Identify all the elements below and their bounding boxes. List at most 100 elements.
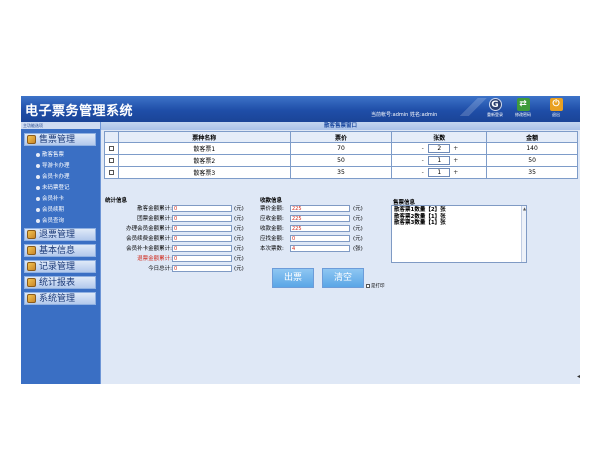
menu-sales[interactable]: 售票管理 xyxy=(24,133,96,146)
table-header-row: 票种名称 票价 张数 金额 xyxy=(104,131,578,143)
select-column-header xyxy=(104,131,119,143)
sub-item-reissue-card[interactable]: 会员补卡 xyxy=(36,194,64,202)
ticket-amount: 35 xyxy=(486,166,578,179)
increment-button[interactable]: + xyxy=(453,169,458,176)
quantity-input[interactable]: 1 xyxy=(428,156,451,165)
exit-icon: ⏻ xyxy=(549,98,563,111)
table-row: 散客票3 35 - 1 + 35 xyxy=(104,166,578,179)
payment-field: 本次票数: 4 (张) xyxy=(260,245,363,252)
menu-stats-report[interactable]: 统计报表 xyxy=(24,276,96,289)
quantity-stepper: - 1 + xyxy=(420,156,458,165)
header-bar: 电子票务管理系统 当前帐号:admin 姓名:admin G 重新登录 ⇄ 修改… xyxy=(21,96,580,122)
user-info: 当前帐号:admin 姓名:admin xyxy=(371,112,438,118)
app-window: 电子票务管理系统 当前帐号:admin 姓名:admin G 重新登录 ⇄ 修改… xyxy=(21,96,580,384)
exit-label: 退出 xyxy=(552,112,560,117)
resize-grip-icon: ◂ xyxy=(577,373,581,380)
print-option[interactable]: 是打印 xyxy=(366,283,385,289)
bullet-icon xyxy=(36,207,40,212)
folder-icon xyxy=(27,230,36,239)
sales-submenu: 散客售票 导游卡办理 会员卡办理 未码票登记 会员补卡 会员续期 会员查询 xyxy=(21,147,100,227)
payment-value-input[interactable]: 225 xyxy=(290,205,350,212)
row-checkbox[interactable] xyxy=(108,158,114,163)
relogin-button[interactable]: G 重新登录 xyxy=(483,98,507,122)
statistics-label: 统计信息 xyxy=(105,198,128,204)
payment-field: 票价金额: 225 (元) xyxy=(260,205,363,212)
increment-button[interactable]: + xyxy=(453,157,458,164)
relogin-icon: G xyxy=(488,98,502,111)
stat-value-input[interactable]: 0 xyxy=(172,265,232,272)
folder-icon xyxy=(27,278,36,287)
stat-value-input[interactable]: 0 xyxy=(172,225,232,232)
row-checkbox[interactable] xyxy=(108,146,114,151)
sub-item-member-query[interactable]: 会员查询 xyxy=(36,216,64,224)
decrement-button[interactable]: - xyxy=(420,169,425,176)
qty-cell: - 2 + xyxy=(391,142,488,155)
scroll-up-icon[interactable]: ▲ xyxy=(522,206,527,211)
payment-value-input[interactable]: 4 xyxy=(290,245,350,252)
stat-value-input[interactable]: 0 xyxy=(172,205,232,212)
ticket-table: 票种名称 票价 张数 金额 散客票1 70 - 2 + 140 散客票2 50 … xyxy=(104,131,578,179)
menu-records[interactable]: 记录管理 xyxy=(24,260,96,273)
sub-item-member-renewal[interactable]: 会员续期 xyxy=(36,205,64,213)
quantity-input[interactable]: 2 xyxy=(428,144,451,153)
quantity-input[interactable]: 1 xyxy=(428,168,451,177)
bullet-icon xyxy=(36,185,40,190)
qty-cell: - 1 + xyxy=(391,166,488,179)
sale-info-line: 散客票3数量【1】张 xyxy=(394,220,446,226)
change-password-button[interactable]: ⇄ 修改密码 xyxy=(511,98,535,122)
qty-cell: - 1 + xyxy=(391,154,488,167)
print-checkbox[interactable] xyxy=(366,283,370,288)
payment-value-input[interactable]: 225 xyxy=(290,215,350,222)
ticket-price: 35 xyxy=(289,166,393,179)
sale-info-scrollbar[interactable]: ▲ xyxy=(521,206,526,262)
print-option-label: 是打印 xyxy=(371,284,385,289)
app-title: 电子票务管理系统 xyxy=(25,104,134,119)
stat-value-input[interactable]: 0 xyxy=(172,235,232,242)
quantity-stepper: - 1 + xyxy=(420,168,458,177)
menu-sales-label: 售票管理 xyxy=(39,135,76,145)
stat-field: 办理会员金额累计: 0 (元) xyxy=(126,225,244,232)
payment-label: 收款信息 xyxy=(260,198,283,204)
sidebar-title: 主功能选项 xyxy=(21,122,100,129)
stat-field-refund: 退票金额累计: 0 (元) xyxy=(137,255,244,262)
stat-value-input[interactable]: 0 xyxy=(172,255,232,262)
stat-field: 会员续费金额累计: 0 (元) xyxy=(126,235,244,242)
sub-item-member-card[interactable]: 会员卡办理 xyxy=(36,172,70,180)
decrement-button[interactable]: - xyxy=(420,145,425,152)
row-checkbox[interactable] xyxy=(108,170,114,175)
exit-button[interactable]: ⏻ 退出 xyxy=(544,98,568,122)
change-password-label: 修改密码 xyxy=(515,112,531,117)
decrement-button[interactable]: - xyxy=(420,157,425,164)
stat-field: 散客金额累计: 0 (元) xyxy=(137,205,244,212)
menu-system[interactable]: 系统管理 xyxy=(24,292,96,305)
sub-item-uncoded-ticket[interactable]: 未码票登记 xyxy=(36,183,70,191)
row-checkbox-cell xyxy=(104,154,119,167)
menu-refund-label: 退票管理 xyxy=(39,230,76,240)
sub-item-guide-card[interactable]: 导游卡办理 xyxy=(36,161,70,169)
sub-item-walkin-sale[interactable]: 散客售票 xyxy=(36,150,64,158)
relogin-label: 重新登录 xyxy=(487,112,503,117)
table-row: 散客票2 50 - 1 + 50 xyxy=(104,154,578,167)
stat-value-input[interactable]: 0 xyxy=(172,215,232,222)
menu-basic-info[interactable]: 基本信息 xyxy=(24,244,96,257)
bullet-icon xyxy=(36,152,40,157)
ticket-name: 散客票3 xyxy=(117,166,291,179)
row-checkbox-cell xyxy=(104,142,119,155)
sale-info-textarea[interactable]: 散客票1数量【2】张 散客票2数量【1】张 散客票3数量【1】张 ▲ xyxy=(391,205,527,263)
ticket-name: 散客票1 xyxy=(117,142,291,155)
payment-field: 收款金额: 225 (元) xyxy=(260,225,363,232)
statistics-panel: 统计信息 散客金额累计: 0 (元) 团票金额累计: 0 (元) 办理会员金额累… xyxy=(105,196,255,296)
bullet-icon xyxy=(36,163,40,168)
menu-refund[interactable]: 退票管理 xyxy=(24,228,96,241)
payment-value-input[interactable]: 225 xyxy=(290,225,350,232)
ticket-name: 散客票2 xyxy=(117,154,291,167)
increment-button[interactable]: + xyxy=(453,145,458,152)
password-icon: ⇄ xyxy=(516,98,530,111)
issue-ticket-button[interactable]: 出票 xyxy=(272,268,314,288)
stat-value-input[interactable]: 0 xyxy=(172,245,232,252)
payment-value-input[interactable]: 0 xyxy=(290,235,350,242)
column-header-qty: 张数 xyxy=(391,131,488,143)
clear-button[interactable]: 清空 xyxy=(322,268,364,288)
menu-basic-info-label: 基本信息 xyxy=(39,246,76,256)
menu-records-label: 记录管理 xyxy=(39,262,76,272)
